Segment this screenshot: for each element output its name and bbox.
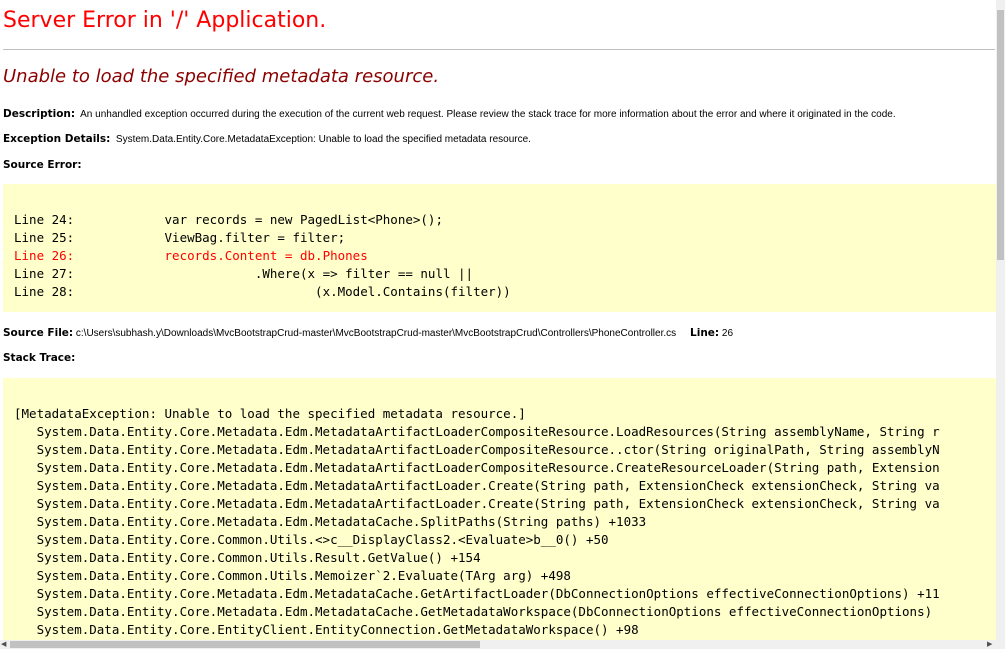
stack-trace-line: System.Data.Entity.Core.EntityClient.Ent… <box>14 622 639 637</box>
source-line-number: Line 27: <box>14 266 75 281</box>
stack-trace-line: System.Data.Entity.Core.Metadata.Edm.Met… <box>14 424 940 439</box>
source-line-code: ViewBag.filter = filter; <box>74 230 346 245</box>
stack-trace-line: System.Data.Entity.Core.Metadata.Edm.Met… <box>14 496 940 511</box>
stack-trace-heading: Stack Trace: <box>3 352 75 364</box>
stack-trace-box: [MetadataException: Unable to load the s… <box>3 378 1005 640</box>
source-line-code: (x.Model.Contains(filter)) <box>74 284 511 299</box>
stack-trace-line: System.Data.Entity.Core.Metadata.Edm.Met… <box>14 586 940 601</box>
stack-trace-line: [MetadataException: Unable to load the s… <box>14 406 526 421</box>
stack-trace-line: System.Data.Entity.Core.Metadata.Edm.Met… <box>14 460 940 475</box>
exception-details-label: Exception Details: <box>3 133 111 145</box>
exception-details-text: System.Data.Entity.Core.MetadataExceptio… <box>115 134 531 145</box>
source-line-code: .Where(x => filter == null || <box>74 266 474 281</box>
source-line: Line 25: ViewBag.filter = filter; <box>14 229 1005 247</box>
scroll-left-arrow-icon[interactable]: ◀ <box>1 640 6 649</box>
source-file-label: Source File: <box>3 327 74 339</box>
stack-trace-line: System.Data.Entity.Core.Metadata.Edm.Met… <box>14 442 940 457</box>
horizontal-scrollbar[interactable]: ◀ ▶ <box>0 640 1005 649</box>
description-label: Description: <box>3 108 76 120</box>
horizontal-scroll-thumb[interactable] <box>10 641 480 648</box>
error-page: Server Error in '/' Application. Unable … <box>0 0 1005 649</box>
stack-trace-line: System.Data.Entity.Core.Metadata.Edm.Met… <box>14 604 933 619</box>
stack-trace-line: System.Data.Entity.Core.Common.Utils.Mem… <box>14 568 571 583</box>
exception-details-row: Exception Details: System.Data.Entity.Co… <box>3 133 531 145</box>
title-divider <box>3 49 995 50</box>
source-line-number: Line 26: <box>14 248 75 263</box>
source-line: Line 26: records.Content = db.Phones <box>14 247 1005 265</box>
source-file-row: Source File: c:\Users\subhash.y\Download… <box>3 327 733 339</box>
source-file-path: c:\Users\subhash.y\Downloads\MvcBootstra… <box>75 328 677 339</box>
error-subtitle: Unable to load the specified metadata re… <box>3 66 440 87</box>
source-error-box: Line 24: var records = new PagedList<Pho… <box>3 184 1005 312</box>
vertical-scroll-thumb[interactable] <box>997 10 1004 260</box>
source-line-number: Line 24: <box>14 212 75 227</box>
scroll-right-arrow-icon[interactable]: ▶ <box>987 640 992 649</box>
source-line-code: records.Content = db.Phones <box>74 248 368 263</box>
source-line-value: 26 <box>721 328 734 339</box>
source-line: Line 28: (x.Model.Contains(filter)) <box>14 283 1005 301</box>
source-error-heading: Source Error: <box>3 159 82 171</box>
stack-trace-line: System.Data.Entity.Core.Common.Utils.Res… <box>14 550 481 565</box>
vertical-scrollbar[interactable] <box>996 0 1005 640</box>
source-line: Line 27: .Where(x => filter == null || <box>14 265 1005 283</box>
description-text: An unhandled exception occurred during t… <box>80 109 896 120</box>
stack-trace-line: System.Data.Entity.Core.Metadata.Edm.Met… <box>14 478 940 493</box>
source-line-code: var records = new PagedList<Phone>(); <box>74 212 443 227</box>
source-error-label: Source Error: <box>3 159 82 171</box>
stack-trace-line: System.Data.Entity.Core.Metadata.Edm.Met… <box>14 514 647 529</box>
stack-trace-line: System.Data.Entity.Core.Common.Utils.<>c… <box>14 532 609 547</box>
source-line-label: Line: <box>690 327 720 339</box>
stack-trace-label: Stack Trace: <box>3 352 76 364</box>
source-line-number: Line 25: <box>14 230 75 245</box>
source-line-number: Line 28: <box>14 284 75 299</box>
description-row: Description: An unhandled exception occu… <box>3 108 896 120</box>
source-code-block: Line 24: var records = new PagedList<Pho… <box>3 184 1005 301</box>
source-line: Line 24: var records = new PagedList<Pho… <box>14 211 1005 229</box>
stack-trace-block: [MetadataException: Unable to load the s… <box>3 378 1005 639</box>
page-title: Server Error in '/' Application. <box>3 8 327 33</box>
